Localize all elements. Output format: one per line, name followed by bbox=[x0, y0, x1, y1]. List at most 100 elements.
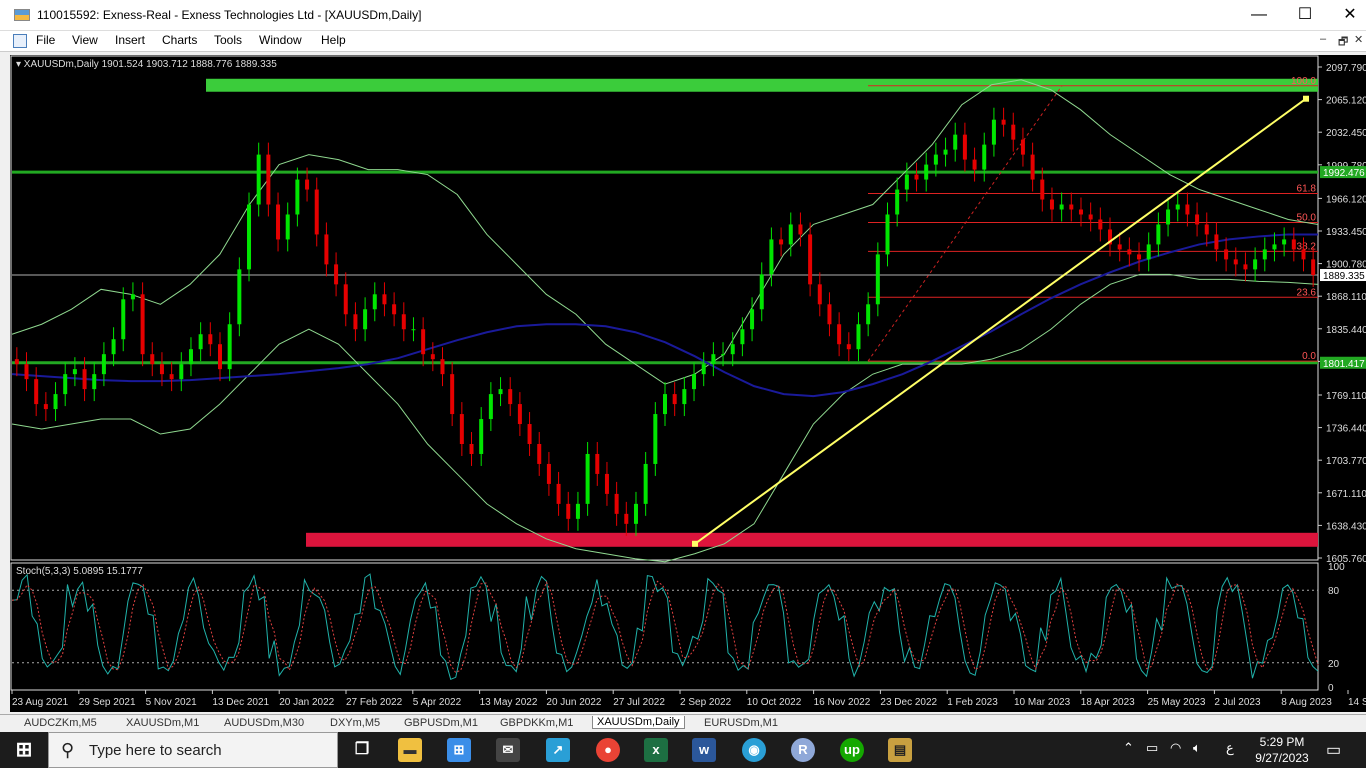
notification-icon[interactable]: ▭ bbox=[1326, 740, 1341, 760]
tab-xauusdm-daily[interactable]: XAUUSDm,Daily bbox=[592, 716, 685, 729]
candle-body bbox=[1059, 204, 1064, 210]
candle-body bbox=[1146, 244, 1151, 260]
candle-body bbox=[701, 364, 706, 375]
candle-body bbox=[421, 329, 426, 355]
mdi-close-button[interactable]: ✕ bbox=[1354, 33, 1363, 46]
candle-body bbox=[653, 414, 658, 464]
candle-body bbox=[1253, 259, 1258, 270]
task-view-icon[interactable]: ❐ bbox=[350, 738, 374, 762]
tab-dxym-m5[interactable]: DXYm,M5 bbox=[326, 717, 384, 729]
trendline-handle bbox=[1303, 95, 1309, 102]
chrome-icon[interactable]: ● bbox=[596, 738, 620, 762]
menu-help[interactable]: Help bbox=[321, 33, 346, 47]
tab-xauusdm-m1[interactable]: XAUUSDm,M1 bbox=[122, 717, 203, 729]
candle-body bbox=[169, 374, 174, 380]
candle-body bbox=[237, 269, 242, 325]
x-axis-label: 20 Jan 2022 bbox=[279, 697, 334, 708]
store-icon[interactable]: ⊞ bbox=[447, 738, 471, 762]
candle-body bbox=[1272, 244, 1277, 250]
candle-body bbox=[53, 394, 58, 410]
r-app-icon[interactable]: R bbox=[791, 738, 815, 762]
mail-icon[interactable]: ✉ bbox=[496, 738, 520, 762]
tab-eurusdm-m1[interactable]: EURUSDm,M1 bbox=[700, 717, 782, 729]
candle-body bbox=[721, 354, 726, 356]
candle-body bbox=[517, 404, 522, 425]
candle-body bbox=[846, 344, 851, 350]
menu-charts[interactable]: Charts bbox=[162, 33, 197, 47]
wifi-icon[interactable]: ◠ bbox=[1170, 740, 1181, 756]
price-axis-label: 2065.120 bbox=[1326, 96, 1366, 107]
candle-body bbox=[885, 214, 890, 255]
main-pane-border bbox=[10, 55, 1319, 561]
stoch-header: Stoch(5,3,3) 5.0895 15.1777 bbox=[16, 566, 143, 577]
maximize-button[interactable]: ☐ bbox=[1285, 4, 1325, 28]
close-button[interactable]: ✕ bbox=[1330, 4, 1366, 28]
upwork-icon[interactable]: up bbox=[840, 738, 864, 762]
tab-audczkm-m5[interactable]: AUDCZKm,M5 bbox=[20, 717, 101, 729]
menu-insert[interactable]: Insert bbox=[115, 33, 145, 47]
tab-gbpusdm-m1[interactable]: GBPUSDm,M1 bbox=[400, 717, 482, 729]
candle-body bbox=[682, 389, 687, 405]
candle-body bbox=[150, 354, 155, 365]
mdi-restore-button[interactable]: 🗗 bbox=[1338, 33, 1348, 52]
menu-tools[interactable]: Tools bbox=[214, 33, 242, 47]
x-axis-label: 5 Nov 2021 bbox=[146, 697, 198, 708]
stoch-axis-label: 100 bbox=[1328, 562, 1345, 573]
mdi-minimize-button[interactable]: – bbox=[1320, 33, 1326, 45]
candle-body bbox=[575, 503, 580, 519]
volume-icon[interactable]: 🔈︎ bbox=[1193, 740, 1201, 756]
candle-body bbox=[479, 419, 484, 454]
candle-body bbox=[198, 334, 203, 350]
tab-gbpdkkm-m1[interactable]: GBPDKKm,M1 bbox=[496, 717, 577, 729]
app-chart-icon[interactable]: ↗ bbox=[546, 738, 570, 762]
candle-body bbox=[924, 164, 929, 180]
candle-body bbox=[72, 369, 77, 375]
candle-body bbox=[459, 414, 464, 444]
candle-body bbox=[663, 394, 667, 415]
candle-body bbox=[643, 463, 648, 504]
file-explorer-icon[interactable]: ▬ bbox=[398, 738, 422, 762]
price-axis-label: 1703.770 bbox=[1326, 456, 1366, 467]
chevron-up-icon[interactable]: ⌃ bbox=[1123, 740, 1134, 756]
document-icon bbox=[13, 34, 27, 48]
x-axis-label: 10 Oct 2022 bbox=[747, 697, 802, 708]
chart-tabs: AUDCZKm,M5 XAUUSDm,M1 AUDUSDm,M30 DXYm,M… bbox=[0, 714, 1366, 733]
minimize-button[interactable]: — bbox=[1239, 4, 1279, 28]
clock[interactable]: 5:29 PM 9/27/2023 bbox=[1252, 734, 1312, 766]
tab-audusdm-m30[interactable]: AUDUSDm,M30 bbox=[220, 717, 308, 729]
menu-file[interactable]: File bbox=[36, 33, 55, 47]
candle-body bbox=[1204, 224, 1209, 235]
excel-icon[interactable]: x bbox=[644, 738, 668, 762]
windows-start-icon[interactable]: ⊞ bbox=[12, 738, 36, 762]
candle-body bbox=[546, 463, 551, 484]
candle-body bbox=[711, 354, 716, 365]
candle-body bbox=[817, 284, 822, 305]
menu-view[interactable]: View bbox=[72, 33, 98, 47]
x-axis-label: 25 May 2023 bbox=[1148, 697, 1206, 708]
x-axis-label: 29 Sep 2021 bbox=[79, 697, 136, 708]
x-axis-label: 10 Mar 2023 bbox=[1014, 697, 1071, 708]
word-icon[interactable]: w bbox=[692, 738, 716, 762]
candle-body bbox=[498, 389, 503, 395]
candle-body bbox=[440, 359, 445, 375]
camera-app-icon[interactable]: ◉ bbox=[742, 738, 766, 762]
candle-body bbox=[24, 364, 29, 380]
x-axis-label: 27 Feb 2022 bbox=[346, 697, 403, 708]
chart-window[interactable]: 2097.7902065.1202032.4501999.7801966.120… bbox=[10, 55, 1366, 712]
candle-body bbox=[1175, 204, 1180, 210]
candle-body bbox=[1069, 204, 1074, 210]
candle-body bbox=[63, 374, 68, 395]
battery-icon[interactable]: ▭ bbox=[1146, 740, 1158, 756]
taskbar-search[interactable]: ⚲ Type here to search bbox=[48, 732, 338, 768]
price-chart[interactable]: 2097.7902065.1202032.4501999.7801966.120… bbox=[10, 55, 1366, 712]
price-axis-label: 1868.110 bbox=[1326, 292, 1366, 303]
menu-window[interactable]: Window bbox=[259, 33, 302, 47]
candle-body bbox=[488, 394, 493, 420]
candle-body bbox=[1301, 249, 1306, 260]
candle-body bbox=[43, 404, 48, 410]
candle-body bbox=[1262, 249, 1267, 260]
candle-body bbox=[856, 324, 861, 350]
metatrader-icon[interactable]: ▤ bbox=[888, 738, 912, 762]
input-language[interactable]: ع bbox=[1226, 740, 1234, 756]
candle-body bbox=[982, 144, 987, 170]
